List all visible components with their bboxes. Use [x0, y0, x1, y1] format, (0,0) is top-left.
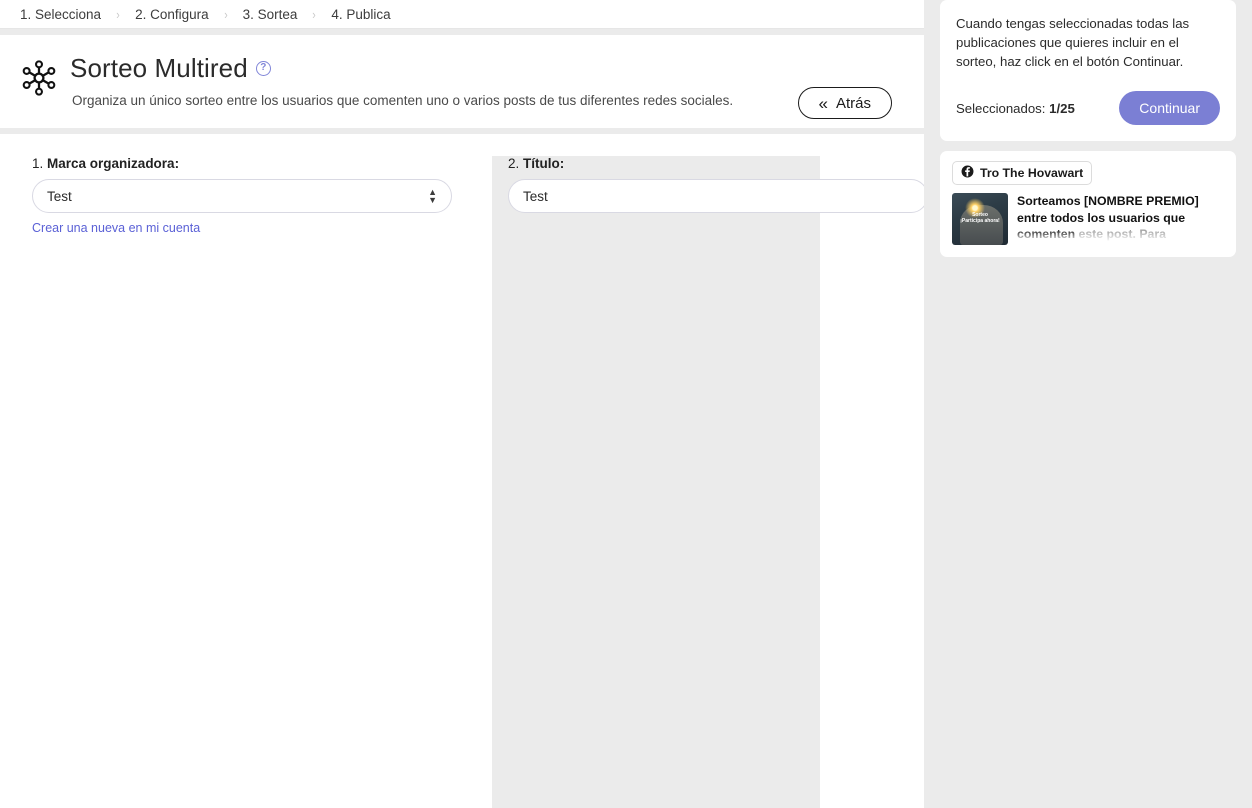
sidebar: Cuando tengas seleccionadas todas las pu…: [924, 0, 1252, 808]
breadcrumb-separator-icon: ›: [312, 6, 317, 22]
form-panel: 1. Marca organizadora: Test ▲ ▼ Crear una…: [0, 134, 924, 808]
title-field-number: 2.: [508, 156, 520, 171]
sidebar-hint-card: Cuando tengas seleccionadas todas las pu…: [940, 0, 1236, 142]
title-input[interactable]: Test: [508, 179, 924, 213]
double-chevron-left-icon: «: [818, 93, 829, 113]
sidebar-action-row: Seleccionados: 1/25 Continuar: [956, 91, 1220, 126]
network-hub-icon: [20, 59, 58, 97]
selected-post-row: Sorteo ¡Participa ahora! Sorteamos [NOMB…: [952, 193, 1224, 246]
facebook-icon: [961, 165, 974, 181]
selected-post-text-strong: Sorteamos [NOMBRE PREMIO] entre todos lo…: [1017, 194, 1199, 242]
thumbnail-caption-line2: ¡Participa ahora!: [960, 217, 1000, 224]
page-title: Sorteo Multired: [70, 53, 248, 83]
breadcrumb-step-2[interactable]: 2. Configura: [135, 7, 209, 22]
create-new-brand-link[interactable]: Crear una nueva en mi cuenta: [32, 221, 200, 235]
selected-post-text: Sorteamos [NOMBRE PREMIO] entre todos lo…: [1017, 193, 1224, 246]
brand-field-group: 1. Marca organizadora: Test ▲ ▼ Crear una…: [32, 156, 452, 808]
continue-button[interactable]: Continuar: [1119, 91, 1220, 126]
selected-label: Seleccionados:: [956, 100, 1046, 116]
sidebar-hint-text: Cuando tengas seleccionadas todas las pu…: [956, 16, 1190, 70]
breadcrumb-step-1[interactable]: 1. Selecciona: [20, 7, 101, 22]
brand-select-value: Test: [47, 188, 72, 204]
breadcrumb-separator-icon: ›: [116, 6, 120, 22]
thumbnail-caption: Sorteo ¡Participa ahora!: [952, 213, 1008, 224]
breadcrumb-separator-icon: ›: [223, 6, 228, 22]
selected-count: 1/25: [1049, 100, 1075, 116]
page-root: 1. Selecciona › 2. Configura › 3. Sortea…: [0, 0, 1252, 808]
back-button[interactable]: « Atrás: [797, 87, 892, 119]
brand-field-label-text: Marca organizadora:: [47, 156, 180, 171]
breadcrumb-step-4[interactable]: 4. Publica: [331, 7, 390, 22]
header-panel: Sorteo Multired ? Organiza un único sort…: [0, 35, 924, 128]
title-input-value: Test: [523, 188, 548, 204]
breadcrumb: 1. Selecciona › 2. Configura › 3. Sortea…: [0, 0, 924, 29]
brand-field-label: 1. Marca organizadora:: [32, 156, 452, 171]
question-circle-icon[interactable]: ?: [255, 61, 271, 76]
selected-post-card: Tro The Hovawart Sorteo ¡Participa ahora…: [940, 151, 1236, 258]
brand-select[interactable]: Test ▲ ▼: [32, 179, 452, 213]
selected-post-text-fade: este post. Para participar [INDICA AQUÍ …: [1017, 227, 1207, 245]
main-column: 1. Selecciona › 2. Configura › 3. Sortea…: [0, 0, 924, 808]
selected-counter: Seleccionados: 1/25: [956, 101, 1075, 116]
back-button-label: Atrás: [835, 94, 871, 112]
title-field-label: 2. Título:: [508, 156, 804, 171]
select-arrows-icon: ▲ ▼: [428, 187, 437, 205]
page-chip-label: Tro The Hovawart: [980, 166, 1084, 181]
title-field-label-text: Título:: [523, 156, 565, 171]
page-subtitle: Organiza un único sorteo entre los usuar…: [72, 93, 734, 108]
page-chip: Tro The Hovawart: [952, 161, 1093, 186]
breadcrumb-step-3[interactable]: 3. Sortea: [243, 7, 298, 22]
title-field-group: 2. Título: Test: [492, 156, 924, 808]
selected-post-thumbnail: Sorteo ¡Participa ahora!: [952, 193, 1008, 246]
brand-field-number: 1.: [32, 156, 44, 171]
